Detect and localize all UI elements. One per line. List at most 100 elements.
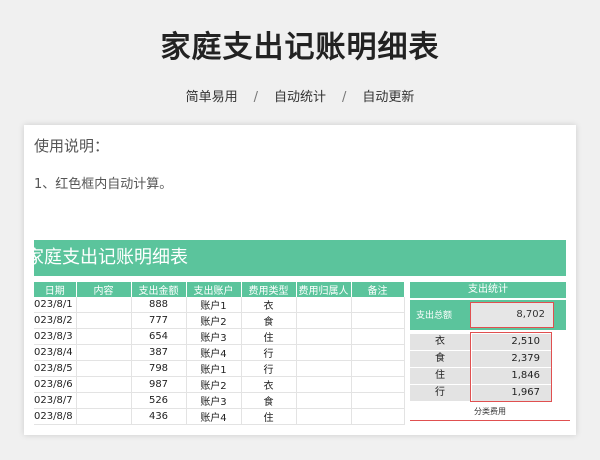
cell-account[interactable]: 账户1: [186, 297, 242, 313]
table-row: 023/8/4 387 账户4 行: [34, 344, 405, 361]
cell-date[interactable]: 023/8/3: [34, 328, 77, 345]
cell-note[interactable]: [351, 344, 405, 361]
cell-date[interactable]: 023/8/7: [34, 392, 77, 409]
table-row: 023/8/3 654 账户3 住: [34, 328, 405, 345]
cell-note[interactable]: [351, 312, 405, 329]
cell-account[interactable]: 账户2: [186, 312, 242, 329]
cell-content[interactable]: [76, 408, 132, 425]
chart-frame-edge: [410, 420, 570, 423]
cell-account[interactable]: 账户4: [186, 344, 242, 361]
cell-content[interactable]: [76, 312, 132, 329]
cell-type[interactable]: 行: [241, 344, 297, 361]
cell-date[interactable]: 023/8/1: [34, 297, 77, 313]
column-header-content: 内容: [76, 282, 132, 297]
category-name: 食: [410, 351, 470, 367]
cell-type[interactable]: 住: [241, 328, 297, 345]
cell-account[interactable]: 账户1: [186, 360, 242, 377]
category-row: 衣 2,510: [410, 334, 566, 350]
cell-date[interactable]: 023/8/2: [34, 312, 77, 329]
category-name: 行: [410, 385, 470, 401]
cell-type[interactable]: 食: [241, 312, 297, 329]
column-header-note: 备注: [351, 282, 405, 297]
total-label: 支出总额: [416, 311, 453, 321]
cell-type[interactable]: 衣: [241, 376, 297, 393]
cell-owner[interactable]: [296, 392, 352, 409]
column-header-date: 日期: [34, 282, 77, 297]
expense-stats-panel: 支出统计 支出总额 8,702 衣 2,510 食 2,379 住 1,846 …: [410, 282, 570, 421]
cell-owner[interactable]: [296, 408, 352, 425]
cell-note[interactable]: [351, 408, 405, 425]
cell-note[interactable]: [351, 392, 405, 409]
cell-amount[interactable]: 987: [131, 376, 187, 393]
spreadsheet-preview: 使用说明： 1、红色框内自动计算。 家庭支出记账明细表 日期 内容 支出金额 支…: [24, 125, 576, 435]
cell-amount[interactable]: 798: [131, 360, 187, 377]
cell-type[interactable]: 衣: [241, 297, 297, 313]
cell-account[interactable]: 账户2: [186, 376, 242, 393]
category-value: 2,510: [472, 334, 552, 350]
sheet-banner: 家庭支出记账明细表: [34, 240, 566, 276]
cell-content[interactable]: [76, 297, 132, 313]
cell-content[interactable]: [76, 392, 132, 409]
category-row: 行 1,967: [410, 385, 566, 401]
table-header-row: 日期 内容 支出金额 支出账户 费用类型 费用归属人 备注: [34, 282, 405, 297]
instructions-line: 1、红色框内自动计算。: [34, 177, 173, 192]
category-name: 住: [410, 368, 470, 384]
cell-owner[interactable]: [296, 376, 352, 393]
table-row: 023/8/8 436 账户4 住: [34, 408, 405, 425]
cell-content[interactable]: [76, 376, 132, 393]
cell-amount[interactable]: 777: [131, 312, 187, 329]
column-header-amount: 支出金额: [131, 282, 187, 297]
cell-amount[interactable]: 387: [131, 344, 187, 361]
tag-auto-update: 自动更新: [362, 90, 415, 105]
total-value: 8,702: [470, 302, 554, 328]
cell-content[interactable]: [76, 344, 132, 361]
tag-separator: /: [253, 90, 258, 105]
cell-note[interactable]: [351, 360, 405, 377]
cell-content[interactable]: [76, 360, 132, 377]
column-header-type: 费用类型: [241, 282, 297, 297]
sheet-title: 家庭支出记账明细表: [34, 247, 188, 268]
cell-date[interactable]: 023/8/4: [34, 344, 77, 361]
category-caption: 分类费用: [474, 407, 506, 416]
category-row: 住 1,846: [410, 368, 566, 384]
cell-date[interactable]: 023/8/8: [34, 408, 77, 425]
stats-header: 支出统计: [410, 282, 566, 298]
cell-type[interactable]: 行: [241, 360, 297, 377]
cell-owner[interactable]: [296, 360, 352, 377]
cell-amount[interactable]: 526: [131, 392, 187, 409]
table-row: 023/8/2 777 账户2 食: [34, 312, 405, 329]
cell-date[interactable]: 023/8/6: [34, 376, 77, 393]
cell-account[interactable]: 账户3: [186, 392, 242, 409]
instructions-heading: 使用说明：: [34, 137, 110, 155]
cell-owner[interactable]: [296, 297, 352, 313]
category-value: 2,379: [472, 351, 552, 367]
cell-content[interactable]: [76, 328, 132, 345]
cell-amount[interactable]: 654: [131, 328, 187, 345]
category-breakdown: 衣 2,510 食 2,379 住 1,846 行 1,967: [410, 332, 566, 402]
tag-separator: /: [342, 90, 347, 105]
cell-owner[interactable]: [296, 344, 352, 361]
category-row: 食 2,379: [410, 351, 566, 367]
table-row: 023/8/5 798 账户1 行: [34, 360, 405, 377]
category-value: 1,967: [472, 385, 552, 401]
column-header-owner: 费用归属人: [296, 282, 352, 297]
page-title: 家庭支出记账明细表: [160, 30, 440, 65]
cell-account[interactable]: 账户4: [186, 408, 242, 425]
table-row: 023/8/6 987 账户2 衣: [34, 376, 405, 393]
cell-amount[interactable]: 888: [131, 297, 187, 313]
table-row: 023/8/7 526 账户3 食: [34, 392, 405, 409]
cell-owner[interactable]: [296, 312, 352, 329]
stats-total-row: 支出总额 8,702: [410, 300, 566, 330]
cell-account[interactable]: 账户3: [186, 328, 242, 345]
category-value: 1,846: [472, 368, 552, 384]
tag-easy: 简单易用: [185, 90, 238, 105]
cell-type[interactable]: 食: [241, 392, 297, 409]
cell-owner[interactable]: [296, 328, 352, 345]
cell-amount[interactable]: 436: [131, 408, 187, 425]
cell-note[interactable]: [351, 376, 405, 393]
cell-note[interactable]: [351, 328, 405, 345]
cell-type[interactable]: 住: [241, 408, 297, 425]
cell-date[interactable]: 023/8/5: [34, 360, 77, 377]
category-name: 衣: [410, 334, 470, 350]
cell-note[interactable]: [351, 297, 405, 313]
